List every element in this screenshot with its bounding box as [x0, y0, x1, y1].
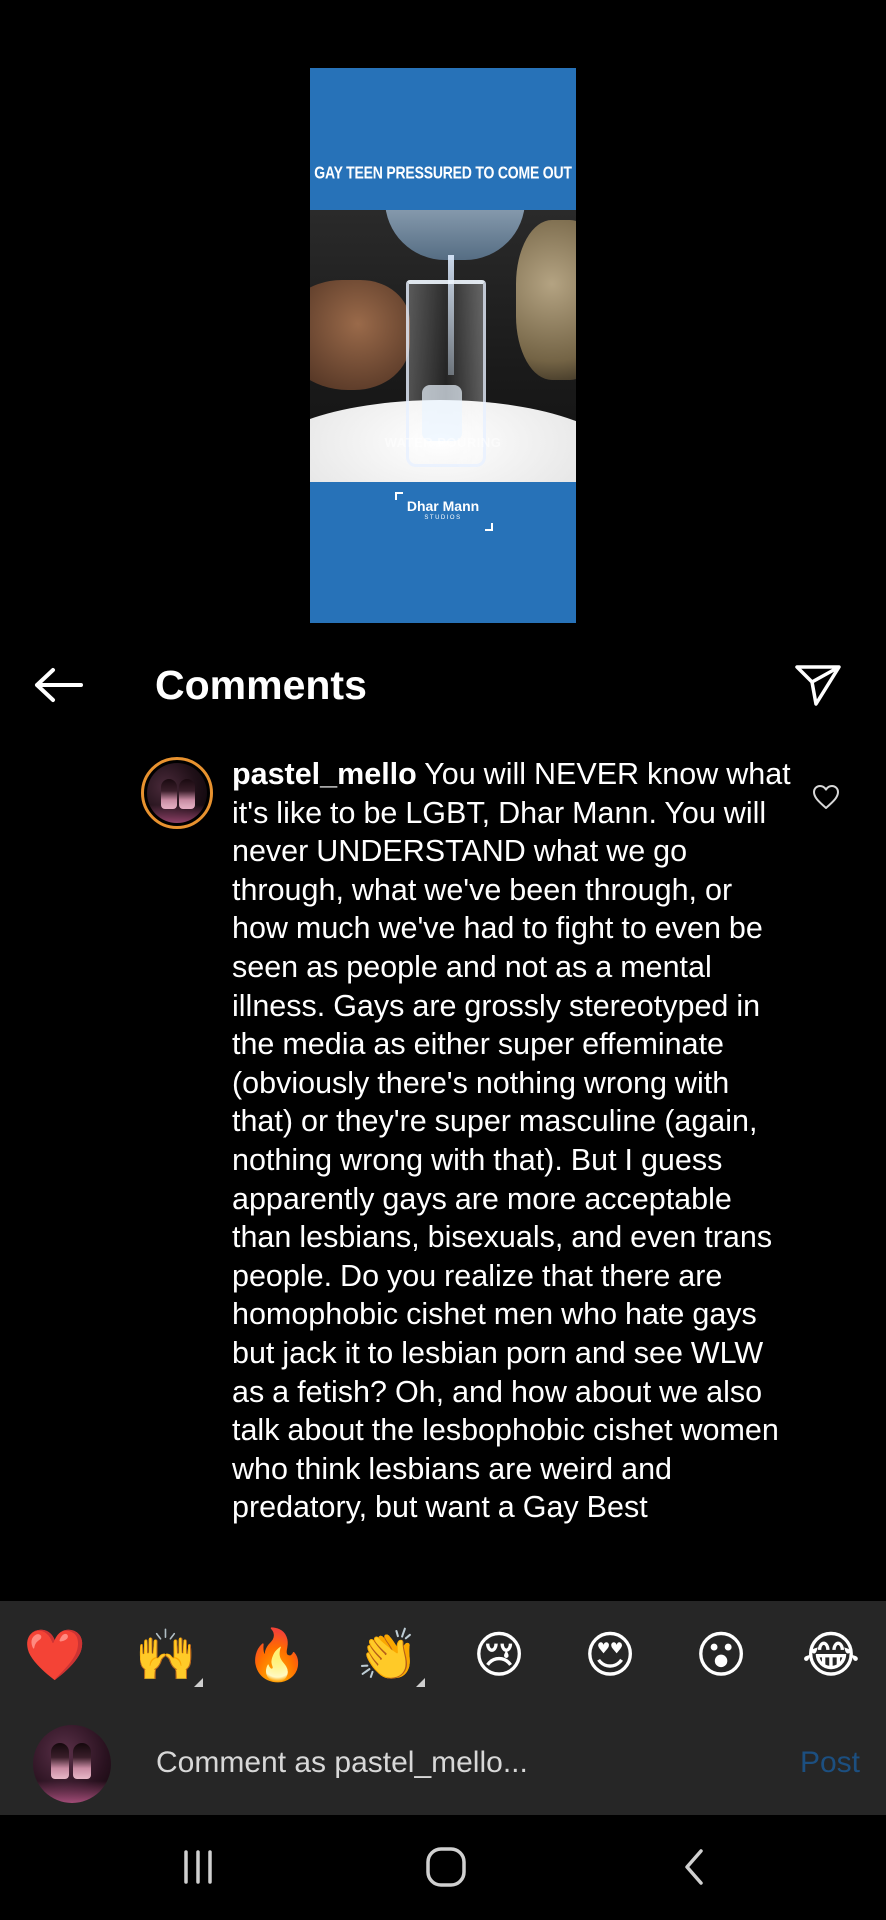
surprised-face-icon: 😮 — [694, 1627, 748, 1683]
screen: GAY TEEN PRESSURED TO COME OUT WATER POU… — [0, 0, 886, 1920]
comment-input[interactable] — [156, 1737, 746, 1789]
logo-sub-text: STUDIOS — [424, 515, 462, 521]
arrow-left-icon — [35, 668, 83, 702]
avatar-glow — [147, 805, 207, 823]
heart-outline-icon — [813, 785, 839, 809]
avatar-figure — [73, 1743, 91, 1779]
emoji-tears-of-joy-button[interactable]: 😂 — [796, 1623, 866, 1687]
comment-username[interactable]: pastel_mello — [232, 757, 417, 791]
avatar-glow — [33, 1781, 111, 1803]
video-thumbnail[interactable]: GAY TEEN PRESSURED TO COME OUT WATER POU… — [310, 68, 576, 623]
system-back-button[interactable] — [659, 1839, 729, 1895]
tears-of-joy-face-icon: 😂 — [801, 1627, 861, 1683]
video-photo: WATER POURING — [310, 210, 576, 482]
comment-body: pastel_mello You will NEVER know what it… — [232, 755, 792, 1527]
home-button[interactable] — [411, 1839, 481, 1895]
back-chevron-icon — [685, 1849, 703, 1885]
photo-pitcher — [385, 210, 525, 260]
recents-button[interactable] — [163, 1839, 233, 1895]
crying-face-icon: 😢 — [472, 1627, 526, 1683]
avatar — [33, 1725, 111, 1803]
like-button[interactable] — [808, 781, 844, 813]
comment-text: You will NEVER know what it's like to be… — [232, 757, 791, 1525]
heart-eyes-face-icon: 😍 — [583, 1627, 637, 1683]
emoji-reaction-bar: ❤️ 🙌 🔥 👏 😢 😍 😮 😂 — [0, 1601, 886, 1711]
video-title: GAY TEEN PRESSURED TO COME OUT — [314, 162, 572, 182]
comment-input-bar: Post — [0, 1711, 886, 1815]
comments-header: Comments — [0, 655, 886, 715]
emoji-raising-hands-button[interactable]: 🙌 — [131, 1623, 203, 1687]
red-heart-icon: ❤️ — [23, 1627, 87, 1683]
emoji-crying-face-button[interactable]: 😢 — [464, 1623, 534, 1687]
avatar-image — [147, 763, 207, 823]
system-navigation-bar — [0, 1815, 886, 1920]
photo-hair — [516, 220, 576, 380]
clapping-hands-icon: 👏 — [356, 1627, 420, 1683]
page-title: Comments — [155, 662, 367, 708]
emoji-fire-button[interactable]: 🔥 — [242, 1623, 312, 1687]
emoji-red-heart-button[interactable]: ❤️ — [20, 1623, 90, 1687]
video-caption: WATER POURING — [384, 435, 502, 450]
avatar[interactable] — [141, 757, 213, 829]
avatar-figure — [51, 1743, 69, 1779]
back-button[interactable] — [30, 663, 86, 707]
logo-corner-icon — [485, 523, 493, 531]
emoji-heart-eyes-button[interactable]: 😍 — [575, 1623, 645, 1687]
logo-main-text: Dhar Mann — [406, 498, 480, 514]
home-icon — [426, 1847, 466, 1887]
raising-hands-icon: 🙌 — [134, 1627, 198, 1683]
post-button[interactable]: Post — [770, 1739, 860, 1787]
recents-icon — [184, 1850, 212, 1884]
photo-hand — [310, 280, 410, 390]
share-button[interactable] — [790, 659, 846, 711]
more-variants-icon — [416, 1678, 425, 1687]
more-variants-icon — [194, 1678, 203, 1687]
paper-plane-icon — [795, 665, 841, 706]
emoji-surprised-face-button[interactable]: 😮 — [686, 1623, 756, 1687]
photo-ice — [422, 385, 462, 441]
logo-corner-icon — [395, 492, 403, 500]
dhar-mann-logo: Dhar Mann STUDIOS — [310, 492, 576, 531]
fire-icon: 🔥 — [245, 1627, 309, 1683]
emoji-clapping-hands-button[interactable]: 👏 — [353, 1623, 425, 1687]
